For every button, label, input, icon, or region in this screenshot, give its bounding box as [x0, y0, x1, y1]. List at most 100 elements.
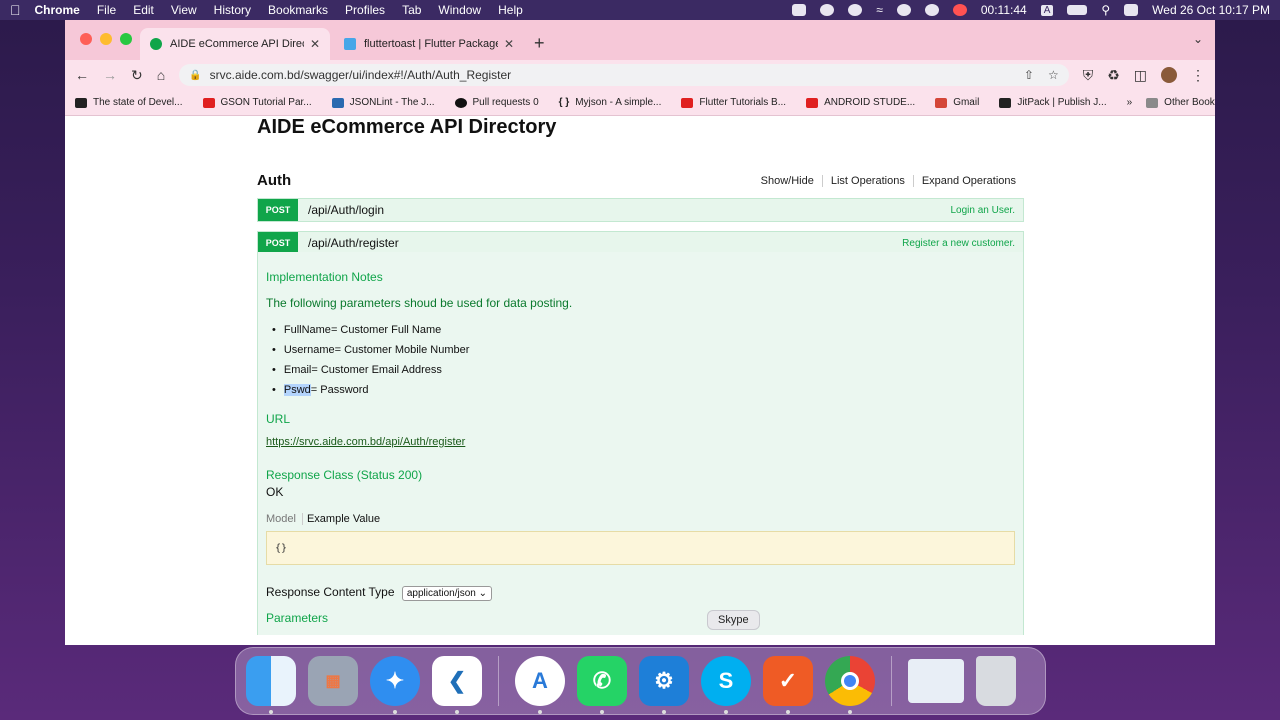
home-icon[interactable]: ⌂	[157, 67, 165, 83]
menu-tab[interactable]: Tab	[402, 3, 421, 17]
http-verb-badge[interactable]: POST	[258, 232, 298, 254]
bookmark-item[interactable]: Flutter Tutorials B...	[681, 97, 786, 108]
menu-edit[interactable]: Edit	[133, 3, 154, 17]
example-value-box[interactable]: {}	[266, 531, 1015, 565]
endpoint-login[interactable]: POST /api/Auth/login Login an User.	[257, 198, 1024, 222]
expand-operations-link[interactable]: Expand Operations	[912, 174, 1024, 187]
record-stop-icon[interactable]	[952, 4, 967, 16]
close-window-button[interactable]	[80, 33, 92, 45]
menu-help[interactable]: Help	[498, 3, 523, 17]
dock-tooltip: Skype	[707, 610, 760, 630]
param-name: FullName	[283, 324, 331, 336]
menu-profiles[interactable]: Profiles	[345, 3, 385, 17]
request-url-link[interactable]: https://srvc.aide.com.bd/api/Auth/regist…	[266, 436, 465, 448]
param-desc: = Customer Full Name	[330, 324, 442, 336]
tab-search-chevron-icon[interactable]: ⌄	[1193, 32, 1203, 46]
bookmark-label: The state of Devel...	[93, 97, 183, 108]
menu-window[interactable]: Window	[438, 3, 481, 17]
example-value-tab[interactable]: Example Value	[303, 513, 386, 525]
bookmark-label: JSONLint - The J...	[349, 97, 435, 108]
menu-file[interactable]: File	[97, 3, 116, 17]
zoom-window-button[interactable]	[120, 33, 132, 45]
endpoint-summary[interactable]: Login an User.	[951, 205, 1016, 216]
finder-icon[interactable]	[246, 656, 296, 714]
bookmark-label: GSON Tutorial Par...	[220, 97, 312, 108]
endpoint-summary[interactable]: Register a new customer.	[902, 238, 1015, 249]
share-icon[interactable]: ⇧	[1024, 68, 1034, 82]
wifi-icon[interactable]: ≈	[876, 3, 883, 17]
forward-arrow-icon[interactable]: →	[103, 67, 117, 83]
menu-app-name[interactable]: Chrome	[35, 3, 80, 17]
bookmark-item[interactable]: GSON Tutorial Par...	[202, 97, 312, 108]
http-verb-badge[interactable]: POST	[258, 199, 298, 221]
safari-icon[interactable]: ✦	[370, 656, 420, 714]
content-type-select[interactable]: application/json ⌄	[401, 586, 492, 601]
menu-bookmarks[interactable]: Bookmarks	[268, 3, 328, 17]
endpoint-path[interactable]: /api/Auth/login	[308, 203, 384, 217]
parameters-heading: Parameters	[266, 611, 329, 625]
reload-icon[interactable]: ↻	[131, 67, 143, 84]
spotlight-search-icon[interactable]: ⚲	[1101, 3, 1110, 17]
whatsapp-icon[interactable]: ✆	[577, 656, 627, 714]
back-arrow-icon[interactable]: ←	[75, 67, 89, 83]
section-name[interactable]: Auth	[257, 172, 291, 189]
chevron-down-icon: ⌄	[478, 588, 487, 599]
tab-aide-api[interactable]: AIDE eCommerce API Directory ✕	[140, 28, 330, 60]
control-center-icon[interactable]	[1124, 4, 1139, 16]
bookmark-star-icon[interactable]: ☆	[1048, 68, 1059, 82]
apple-menu-icon[interactable]: 	[10, 2, 21, 18]
other-bookmarks[interactable]: Other Bookmarks	[1146, 97, 1215, 108]
endpoint-path[interactable]: /api/Auth/register	[308, 236, 399, 250]
menubar-datetime[interactable]: Wed 26 Oct 10:17 PM	[1152, 3, 1270, 17]
chrome-menu-icon[interactable]: ⋮	[1191, 67, 1205, 84]
bookmark-item[interactable]: ANDROID STUDE...	[806, 97, 915, 108]
jitpack-icon	[999, 97, 1012, 108]
model-tab[interactable]: Model	[266, 513, 303, 525]
battery-icon[interactable]	[1067, 5, 1088, 15]
profile-avatar[interactable]	[1161, 67, 1177, 83]
close-tab-icon[interactable]: ✕	[504, 37, 514, 51]
extensions-puzzle-icon[interactable]: ♻	[1107, 67, 1120, 84]
minimize-window-button[interactable]	[100, 33, 112, 45]
bookmark-item[interactable]: JitPack | Publish J...	[999, 97, 1107, 108]
list-item: Username = Customer Mobile Number	[272, 344, 1015, 356]
close-tab-icon[interactable]: ✕	[310, 37, 320, 51]
bookmark-item[interactable]: { } Myjson - A simple...	[559, 97, 662, 108]
lock-icon[interactable]: 🔒	[189, 70, 201, 81]
section-ops: Show/Hide List Operations Expand Operati…	[753, 174, 1024, 187]
tab-fluttertoast[interactable]: fluttertoast | Flutter Package ✕	[334, 28, 524, 60]
menu-history[interactable]: History	[214, 3, 251, 17]
bookmark-item[interactable]: Pull requests 0	[454, 97, 539, 108]
auth-section-header: Auth Show/Hide List Operations Expand Op…	[257, 172, 1024, 189]
side-panel-icon[interactable]: ◫	[1134, 67, 1147, 84]
new-tab-icon[interactable]: +	[534, 33, 545, 54]
show-hide-link[interactable]: Show/Hide	[753, 175, 822, 187]
more-bookmarks-chevron[interactable]: »	[1127, 97, 1133, 108]
creative-cloud-icon[interactable]	[848, 4, 863, 16]
vscode-icon[interactable]: ❮	[432, 656, 482, 714]
trash-icon[interactable]	[976, 656, 1016, 706]
bookmark-item[interactable]: JSONLint - The J...	[331, 97, 435, 108]
address-bar[interactable]: 🔒 srvc.aide.com.bd/swagger/ui/index#!/Au…	[179, 64, 1069, 86]
screen-mirror-icon[interactable]	[792, 4, 807, 16]
menu-view[interactable]: View	[171, 3, 197, 17]
extension-shield-icon[interactable]: ⛨	[1083, 67, 1094, 84]
xcode-icon[interactable]: ⚙	[639, 656, 689, 714]
pause-icon[interactable]	[924, 4, 939, 16]
play-icon[interactable]	[896, 4, 911, 16]
postman-icon[interactable]: ✓	[763, 656, 813, 714]
url-heading: URL	[266, 412, 291, 426]
skype-icon[interactable]: S	[701, 656, 751, 714]
chrome-icon[interactable]	[825, 656, 875, 714]
param-name-selected: Pswd	[283, 384, 311, 396]
screenshot-preview-icon[interactable]	[908, 659, 964, 703]
bookmark-item[interactable]: The state of Devel...	[75, 97, 183, 108]
launchpad-icon[interactable]: ▦	[308, 656, 358, 706]
input-source-indicator[interactable]: A	[1040, 4, 1054, 16]
app-grid-glyph: ▦	[325, 673, 341, 690]
bookmark-item[interactable]: Gmail	[935, 97, 979, 108]
address-url[interactable]: srvc.aide.com.bd/swagger/ui/index#!/Auth…	[210, 68, 512, 82]
list-operations-link[interactable]: List Operations	[821, 174, 913, 187]
check-icon[interactable]	[820, 4, 835, 16]
android-studio-icon[interactable]: A	[515, 656, 565, 714]
